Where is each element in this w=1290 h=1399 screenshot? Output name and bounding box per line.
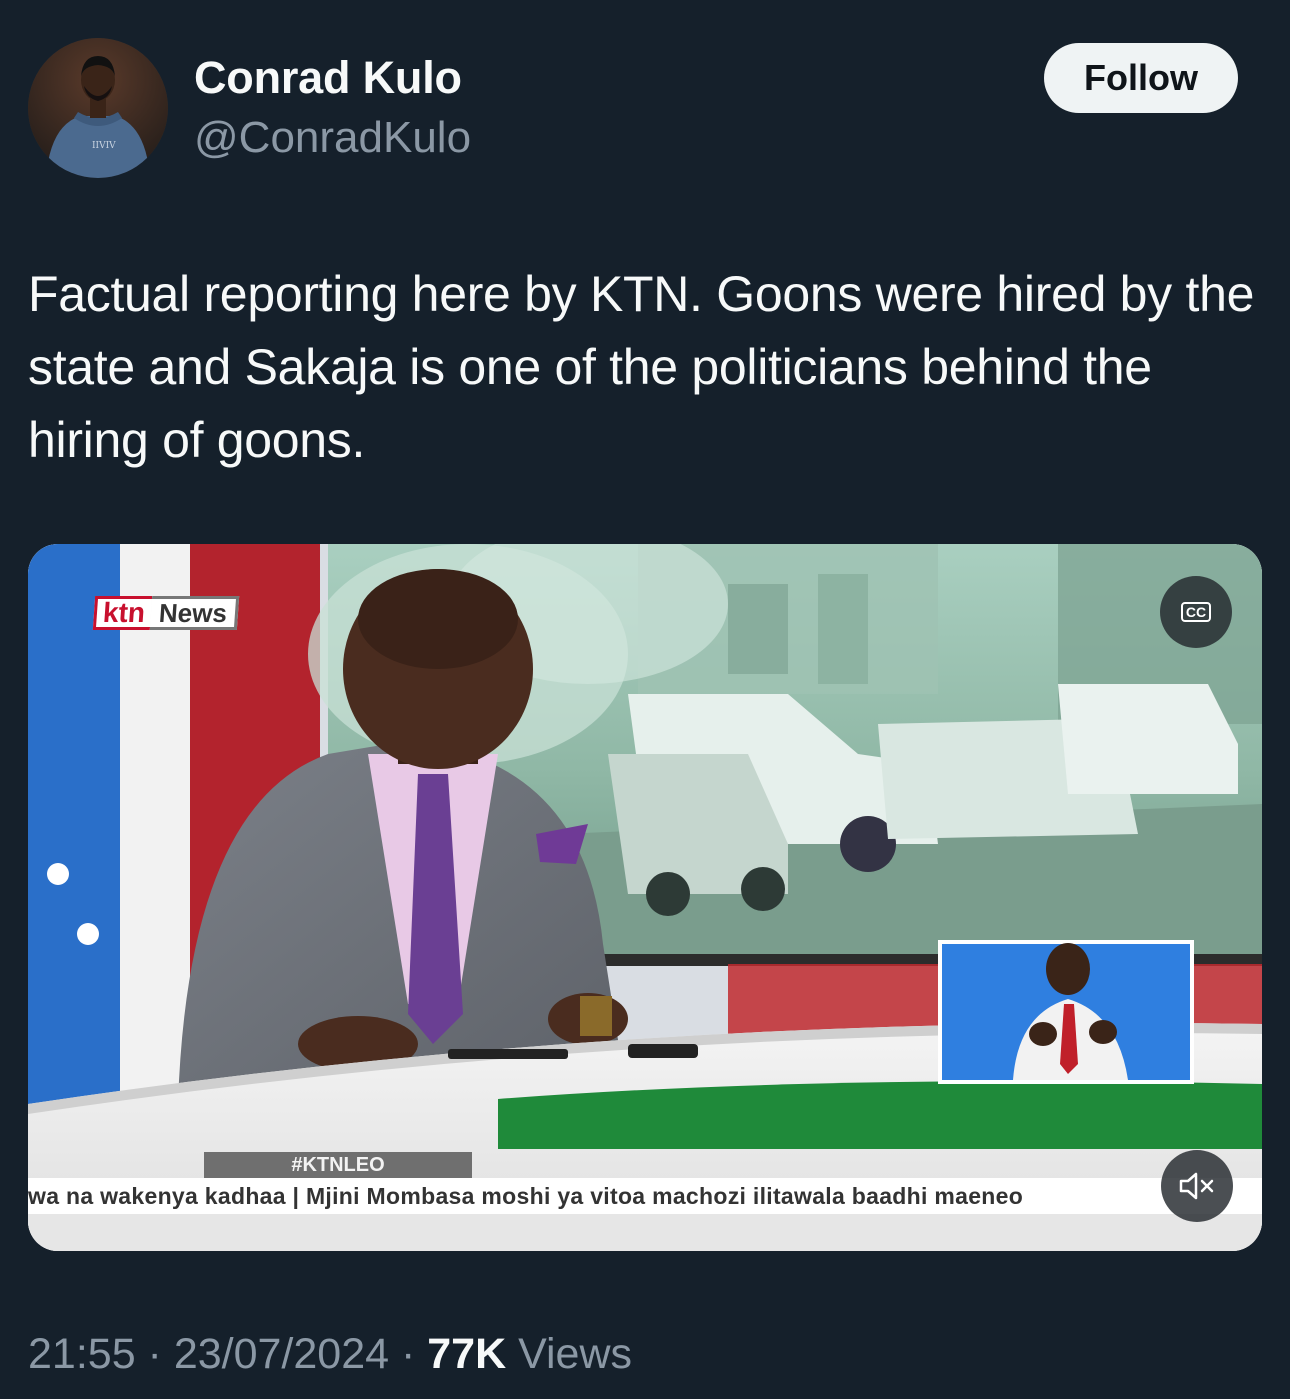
ticker-base [28,1214,1262,1251]
captions-button[interactable]: CC [1160,576,1232,648]
avatar-shirt-text: IIVIV [92,141,116,151]
ktn-logo-brand: ktn [92,596,153,630]
ktn-news-logo: ktn News [92,596,240,630]
avatar-photo: IIVIV [28,38,168,178]
tweet-meta: 21:55 · 23/07/2024 · 77K Views [28,1322,632,1386]
author-info[interactable]: Conrad Kulo @ConradKulo [194,50,471,166]
closed-captions-icon: CC [1180,602,1212,622]
tweet-text: Factual reporting here by KTN. Goons wer… [28,266,1255,468]
tweet-time[interactable]: 21:55 [28,1330,136,1378]
video-frame [28,544,1262,1251]
meta-separator: · [389,1330,428,1378]
tweet-date[interactable]: 23/07/2024 [174,1330,389,1378]
views-label: Views [506,1330,633,1378]
author-handle[interactable]: @ConradKulo [194,110,471,166]
hashtag-banner: #KTNLEO [204,1152,472,1178]
mute-button[interactable] [1161,1150,1233,1222]
views-count[interactable]: 77K [427,1330,506,1378]
meta-separator: · [135,1330,174,1378]
tweet-video[interactable]: ktn News CC #KTNLEO wa na wakenya kadhaa… [28,544,1262,1251]
tweet-card: IIVIV Conrad Kulo @ConradKulo Follow Fac… [0,0,1290,1399]
news-ticker: wa na wakenya kadhaa | Mjini Mombasa mos… [28,1178,1262,1214]
author-avatar[interactable]: IIVIV [28,38,168,178]
volume-muted-icon [1179,1172,1214,1200]
ktn-logo-news: News [149,596,240,630]
follow-button[interactable]: Follow [1044,43,1238,113]
author-display-name[interactable]: Conrad Kulo [194,50,471,106]
